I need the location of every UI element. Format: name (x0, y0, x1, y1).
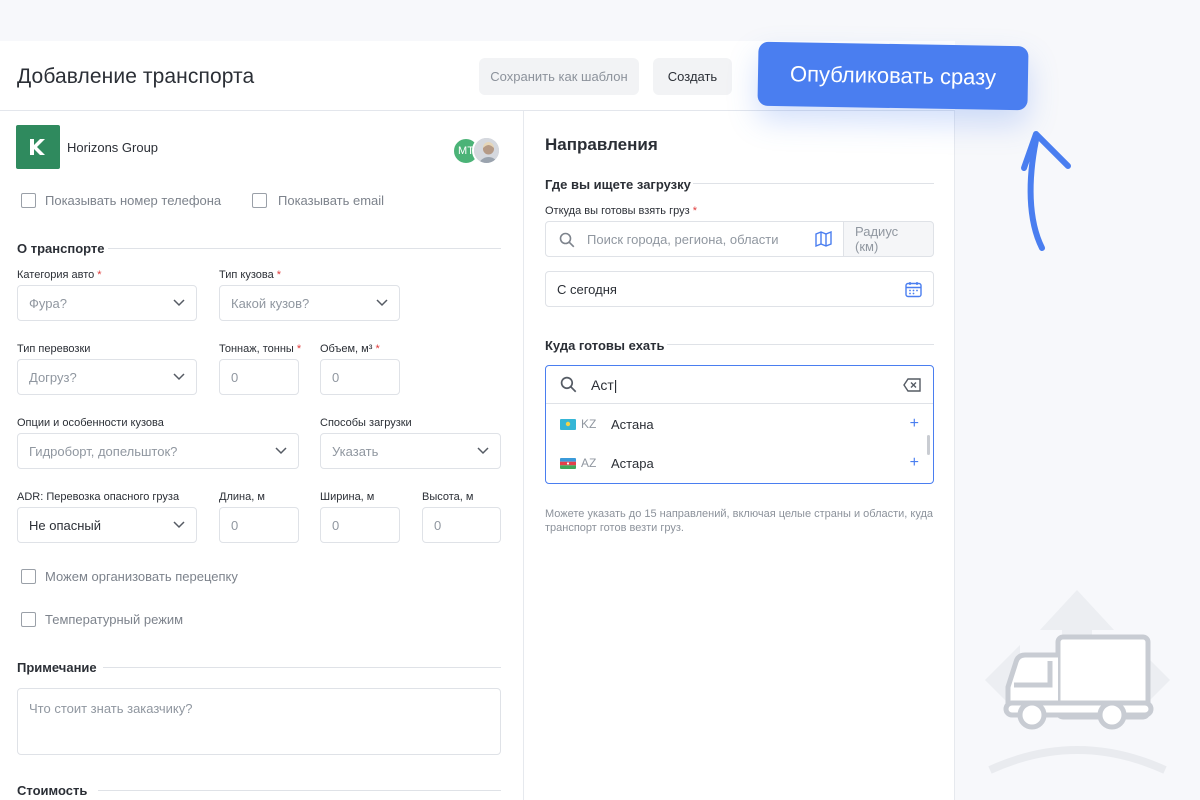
from-search-input[interactable]: Поиск города, региона, области (545, 221, 844, 257)
adr-select[interactable]: Не опасный (17, 507, 197, 543)
directions-hint: Можете указать до 15 направлений, включа… (545, 508, 934, 534)
kazakhstan-flag-icon (560, 418, 576, 430)
temperature-checkbox[interactable] (21, 612, 36, 627)
section-divider (98, 790, 501, 791)
chevron-down-icon (275, 447, 287, 455)
reload-label: Можем организовать перецепку (45, 569, 238, 584)
top-background (0, 0, 1200, 42)
radius-input[interactable]: Радиус (км) (843, 221, 934, 257)
volume-label: Объем, м³ * (320, 343, 380, 355)
directions-title: Направления (545, 135, 658, 154)
loading-methods-select[interactable]: Указать (320, 433, 501, 469)
width-input[interactable]: 0 (320, 507, 400, 543)
note-section-title: Примечание (17, 660, 97, 675)
adr-label: ADR: Перевозка опасного груза (17, 491, 180, 503)
city-name: Астара (611, 455, 654, 471)
width-label: Ширина, м (320, 491, 375, 503)
search-section-title: Где вы ищете загрузку (545, 177, 691, 192)
search-icon (559, 232, 575, 248)
length-label: Длина, м (219, 491, 265, 503)
column-divider (523, 111, 524, 800)
date-input[interactable]: С сегодня (545, 271, 934, 307)
calendar-icon (905, 281, 922, 297)
chevron-down-icon (477, 447, 489, 455)
tonnage-input[interactable]: 0 (219, 359, 299, 395)
create-button[interactable]: Создать (653, 58, 732, 95)
transport-section-title: О транспорте (17, 241, 105, 256)
page-title: Добавление транспорта (17, 65, 255, 88)
save-template-button[interactable]: Сохранить как шаблон (479, 58, 639, 95)
destination-section-title: Куда готовы ехать (545, 338, 665, 353)
tonnage-label: Тоннаж, тонны * (219, 343, 302, 355)
section-divider (667, 344, 934, 345)
truck-illustration-icon (985, 590, 1170, 774)
height-input[interactable]: 0 (422, 507, 501, 543)
destination-autocomplete: Аст| KZ Астана + AZ Астара + (545, 365, 934, 484)
country-code: AZ (581, 456, 597, 470)
body-type-select[interactable]: Какой кузов? (219, 285, 400, 321)
suggestion-item[interactable]: KZ Астана + (546, 405, 933, 443)
show-email-checkbox[interactable] (252, 193, 267, 208)
dropdown-scrollbar[interactable] (927, 435, 930, 455)
loading-methods-label: Способы загрузки (320, 417, 412, 429)
reload-checkbox[interactable] (21, 569, 36, 584)
azerbaijan-flag-icon (560, 457, 576, 469)
user-avatar-photo[interactable] (472, 136, 501, 165)
show-phone-checkbox[interactable] (21, 193, 36, 208)
section-divider (693, 183, 934, 184)
map-icon (815, 231, 832, 247)
section-divider (108, 248, 501, 249)
length-input[interactable]: 0 (219, 507, 299, 543)
volume-input[interactable]: 0 (320, 359, 400, 395)
pointer-arrow-icon (1021, 131, 1071, 251)
body-type-label: Тип кузова * (219, 269, 282, 281)
transport-type-label: Тип перевозки (17, 343, 91, 355)
company-name: Horizons Group (67, 140, 159, 155)
chevron-down-icon (173, 373, 185, 381)
destination-search-input[interactable]: Аст| (546, 366, 933, 404)
category-label: Категория авто * (17, 269, 102, 281)
show-phone-label: Показывать номер телефона (45, 193, 222, 208)
clear-input-icon (903, 378, 921, 392)
body-options-select[interactable]: Гидроборт, допельшток? (17, 433, 299, 469)
from-label: Откуда вы готовы взять груз * (545, 205, 697, 217)
body-options-label: Опции и особенности кузова (17, 417, 164, 429)
note-textarea[interactable]: Что стоит знать заказчику? (17, 688, 501, 755)
section-divider (103, 667, 501, 668)
publish-now-button[interactable]: Опубликовать сразу (757, 41, 1029, 111)
country-code: KZ (581, 417, 597, 431)
search-icon (560, 376, 577, 393)
company-logo (16, 125, 60, 169)
add-icon[interactable]: + (910, 415, 919, 433)
add-icon[interactable]: + (910, 454, 919, 472)
category-select[interactable]: Фура? (17, 285, 197, 321)
suggestion-item[interactable]: AZ Астара + (546, 444, 933, 482)
height-label: Высота, м (422, 491, 474, 503)
cost-section-title: Стоимость (17, 783, 88, 798)
transport-type-select[interactable]: Догруз? (17, 359, 197, 395)
city-name: Астана (611, 416, 654, 432)
temperature-label: Температурный режим (45, 612, 184, 627)
chevron-down-icon (173, 299, 185, 307)
show-email-label: Показывать email (278, 193, 385, 208)
chevron-down-icon (376, 299, 388, 307)
chevron-down-icon (173, 521, 185, 529)
